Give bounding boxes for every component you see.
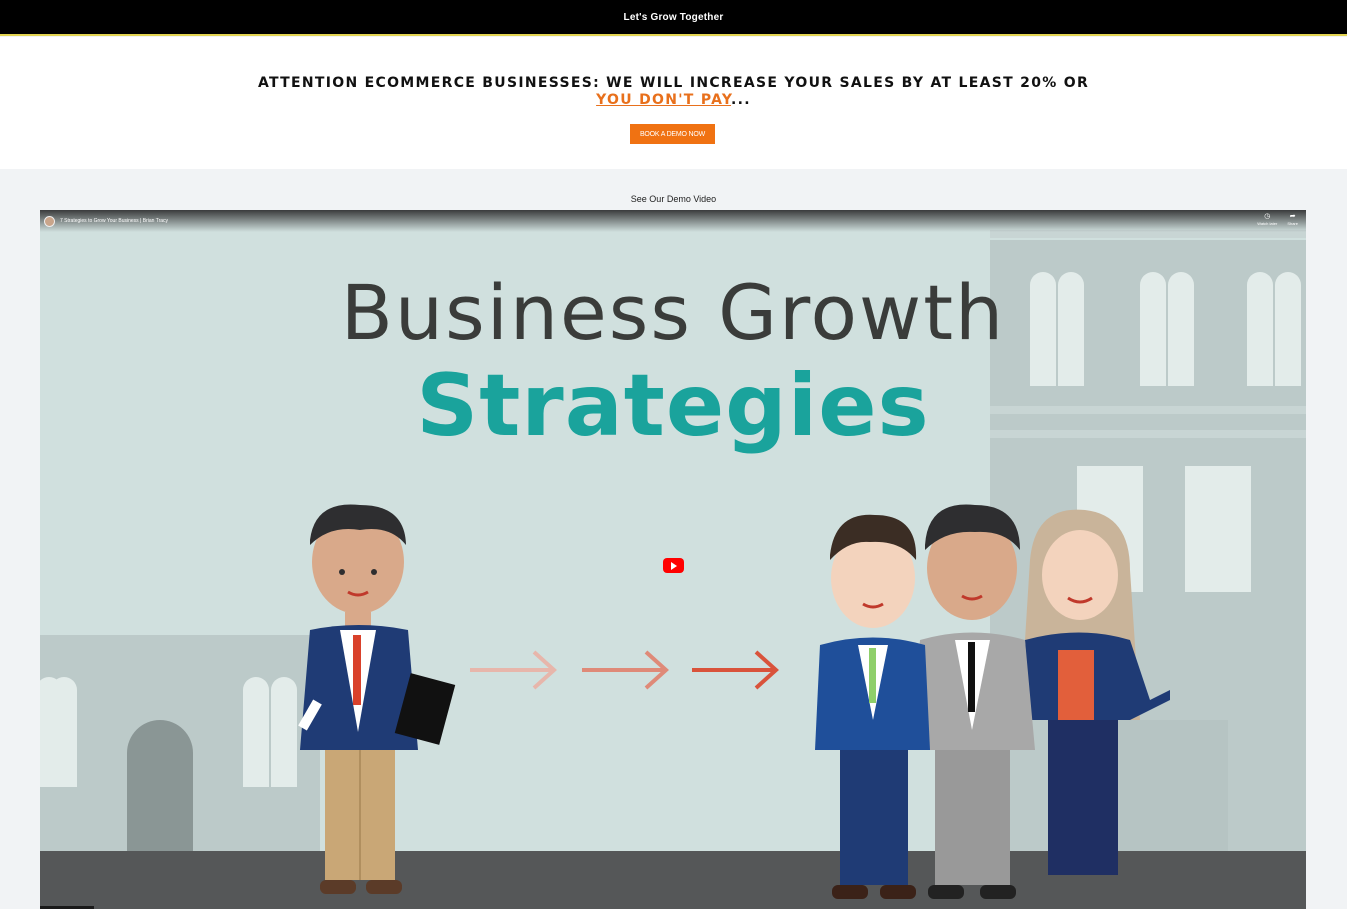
door (127, 720, 193, 865)
play-button[interactable] (663, 558, 684, 573)
arrow-right-icon (692, 650, 779, 690)
hero-section: ATTENTION ECOMMERCE BUSINESSES: WE WILL … (0, 37, 1347, 169)
play-icon (671, 561, 677, 570)
video-title[interactable]: 7 Strategies to Grow Your Business | Bri… (60, 218, 168, 224)
headline-tail: ... (731, 92, 751, 108)
share-icon: ➦ (1289, 213, 1296, 220)
thumbnail-title: Business Growth (340, 268, 1006, 357)
watch-later-button[interactable]: ◷ Watch later (1257, 213, 1277, 227)
team-illustration (815, 504, 1170, 899)
channel-avatar[interactable] (44, 215, 55, 227)
thumbnail-subtitle: Strategies (416, 356, 930, 456)
headline: ATTENTION ECOMMERCE BUSINESSES: WE WILL … (0, 75, 1347, 109)
share-button[interactable]: ➦ Share (1287, 213, 1298, 227)
arrow-right-icon (582, 650, 669, 690)
demo-video-label: See Our Demo Video (630, 194, 717, 204)
headline-main: ATTENTION ECOMMERCE BUSINESSES: WE WILL … (257, 75, 1090, 91)
book-demo-button[interactable]: BOOK A DEMO NOW (630, 124, 715, 144)
top-banner: Let's Grow Together (0, 0, 1347, 36)
clock-icon: ◷ (1264, 213, 1271, 220)
video-titlebar: 7 Strategies to Grow Your Business | Bri… (40, 210, 1306, 232)
businessman-illustration (298, 504, 456, 894)
video-player[interactable]: 7 Strategies to Grow Your Business | Bri… (40, 210, 1306, 909)
banner-text: Let's Grow Together (623, 11, 724, 23)
arrow-right-icon (470, 650, 557, 690)
headline-accent: YOU DON'T PAY (596, 92, 732, 108)
